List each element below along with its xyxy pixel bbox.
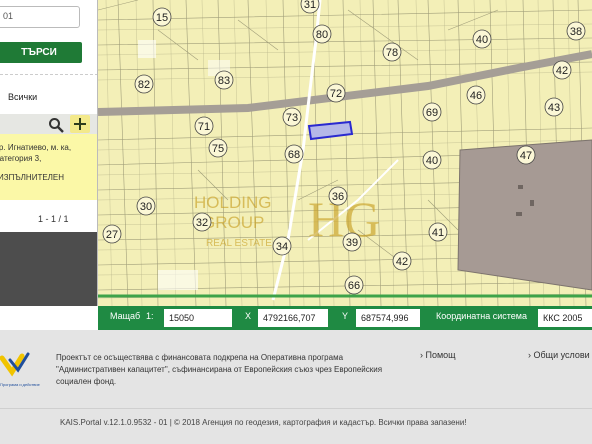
x-coordinate-field: 4792166,707	[258, 309, 328, 327]
parcel-number-label: 82	[138, 79, 150, 91]
parcel-number-label: 43	[548, 102, 560, 114]
panel-empty-area	[0, 232, 97, 306]
parcel-number-label: 34	[276, 241, 288, 253]
parcel-number-label: 68	[288, 149, 300, 161]
result-item-status: ИЗПЪЛНИТЕЛЕН	[0, 173, 65, 182]
parcel-number-label: 40	[426, 155, 438, 167]
crs-label: Координатна система	[436, 311, 527, 321]
y-coordinate-field: 687574,996	[356, 309, 420, 327]
crs-select[interactable]: ККС 2005	[538, 309, 592, 327]
divider	[0, 74, 97, 75]
funding-notice: Проектът се осъществява с финансовата по…	[56, 353, 383, 386]
watermark-line1: HOLDING	[194, 193, 271, 212]
parcel-number-label: 42	[396, 256, 408, 268]
parcel-id-input[interactable]: 01	[0, 6, 80, 28]
footer-divider	[0, 408, 592, 409]
parcel-number-label: 40	[476, 34, 488, 46]
scale-input[interactable]: 15050	[164, 309, 232, 327]
search-panel: 01 ТЪРСИ Всички гр. Игнатиево, м. ка, ка…	[0, 0, 98, 306]
search-icon[interactable]	[48, 117, 64, 133]
parcel-number-label: 72	[330, 88, 342, 100]
parcel-number-label: 73	[286, 112, 298, 124]
copyright-text: KAIS.Portal v.12.1.0.9532 - 01 | © 2018 …	[60, 418, 467, 427]
scale-label: Мащаб	[110, 311, 141, 321]
parcel-number-label: 41	[432, 227, 444, 239]
parcel-number-label: 42	[556, 65, 568, 77]
parcel-number-label: 38	[570, 26, 582, 38]
terms-link-label: Общи услови	[533, 350, 590, 360]
eu-program-logo: Програма и действие	[0, 352, 41, 387]
parcel-number-label: 27	[106, 229, 118, 241]
parcel-number-label: 39	[346, 237, 358, 249]
parcel-number-label: 78	[386, 47, 398, 59]
page-footer: Програма и действие Проектът се осъществ…	[0, 330, 592, 444]
help-link-label: Помощ	[425, 350, 456, 360]
parcel-number-label: 75	[212, 143, 224, 155]
chevron-right-icon: ›	[420, 350, 423, 360]
parcel-number-label: 15	[156, 12, 168, 24]
scale-prefix: 1:	[146, 311, 154, 321]
parcel-number-label: 46	[470, 90, 482, 102]
parcel-number-label: 80	[316, 29, 328, 41]
filter-all-option[interactable]: Всички	[8, 92, 37, 102]
pagination-info: 1 - 1 / 1	[38, 214, 69, 224]
parcel-number-label: 47	[520, 150, 532, 162]
terms-link[interactable]: › Общи услови	[528, 350, 590, 360]
parcel-number-label: 71	[198, 121, 210, 133]
cadastral-map[interactable]: HG HOLDING GROUP REAL ESTATE 15 31 80 78 40 3…	[98, 0, 592, 306]
parcel-number-label: 69	[426, 107, 438, 119]
help-link[interactable]: › Помощ	[420, 350, 456, 360]
search-button[interactable]: ТЪРСИ	[0, 42, 82, 63]
y-label: Y	[342, 311, 349, 321]
parcel-number-label: 31	[304, 0, 316, 11]
parcel-number-label: 30	[140, 201, 152, 213]
add-icon[interactable]	[70, 115, 90, 133]
watermark-line3: REAL ESTATE	[206, 238, 272, 249]
map-canvas[interactable]: HG HOLDING GROUP REAL ESTATE 15318078403…	[98, 0, 592, 306]
parcel-number-label: 83	[218, 75, 230, 87]
map-status-bar: Мащаб 1: 15050 X 4792166,707 Y 687574,99…	[98, 306, 592, 330]
x-label: X	[245, 311, 252, 321]
result-list-item[interactable]: гр. Игнатиево, м. ка, категория 3, ИЗПЪЛ…	[0, 134, 97, 200]
eu-logo-caption: Програма и действие	[0, 382, 41, 387]
chevron-right-icon: ›	[528, 350, 531, 360]
result-item-text: гр. Игнатиево, м. ка, категория 3,	[0, 143, 72, 163]
parcel-number-label: 66	[348, 280, 360, 292]
parcel-number-label: 32	[196, 217, 208, 229]
parcel-number-label: 36	[332, 191, 344, 203]
